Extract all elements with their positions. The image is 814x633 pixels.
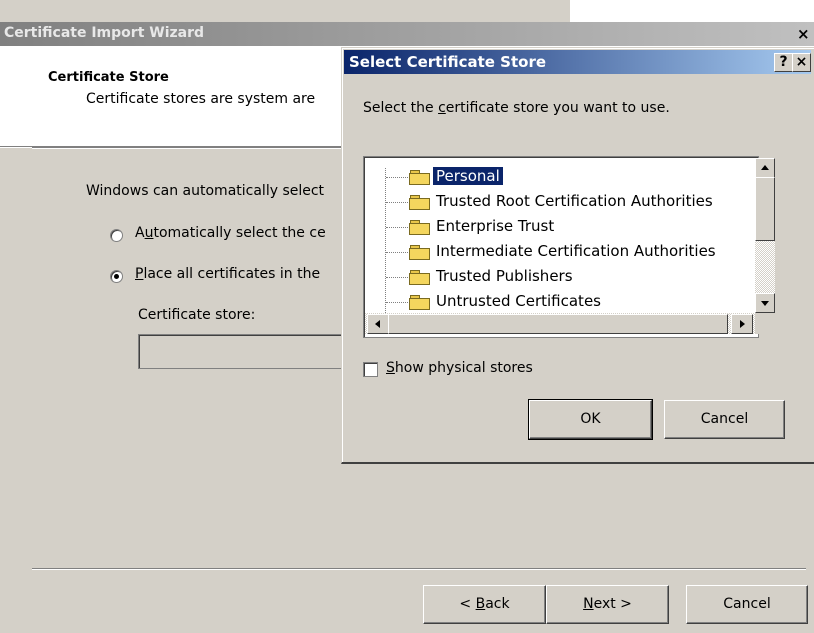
wizard-close-icon[interactable]: × [797,25,814,43]
horizontal-scroll-thumb[interactable] [388,314,728,334]
tree-item-trusted-root[interactable]: Trusted Root Certification Authorities [436,192,713,210]
folder-icon [409,220,430,235]
tree-item-intermediate[interactable]: Intermediate Certification Authorities [436,242,716,260]
dialog-instruction: Select the certificate store you want to… [363,100,670,116]
tree-item-enterprise-trust[interactable]: Enterprise Trust [436,217,554,235]
tree-connector [385,168,386,313]
wizard-title: Certificate Import Wizard [4,25,205,41]
tree-item-personal[interactable]: Personal [432,166,504,186]
show-physical-label[interactable]: Show physical stores [386,360,533,376]
help-icon[interactable]: ? [774,53,793,72]
checkbox-icon[interactable] [363,362,378,377]
scroll-corner [755,313,775,334]
dialog-cancel-button[interactable]: Cancel [664,400,785,439]
folder-icon [409,245,430,260]
folder-icon [409,295,430,310]
store-label: Certificate store: [138,307,256,323]
folder-icon [409,170,430,185]
folder-icon [409,270,430,285]
certificate-store-field[interactable] [138,334,350,369]
next-button[interactable]: Next > [546,585,669,624]
vertical-scroll-thumb[interactable] [755,177,775,241]
footer-divider [32,568,806,570]
scroll-left-icon[interactable] [367,314,389,334]
wizard-cancel-button[interactable]: Cancel [686,585,808,624]
wizard-subheading: Certificate stores are system are [86,91,316,107]
radio-auto-label: Automatically select the ce [135,225,326,241]
background-window-strip [570,0,814,22]
dialog-close-icon[interactable]: × [792,53,811,72]
dialog-title: Select Certificate Store [349,53,547,71]
scroll-right-icon[interactable] [731,314,753,334]
scroll-up-icon[interactable] [755,158,775,178]
tree-item-untrusted[interactable]: Untrusted Certificates [436,292,601,310]
wizard-heading: Certificate Store [48,70,169,85]
tree-viewport: Personal Trusted Root Certification Auth… [365,158,754,313]
wizard-intro-text: Windows can automatically select [86,183,325,199]
radio-place-label: Place all certificates in the [135,266,321,282]
scroll-down-icon[interactable] [755,293,775,313]
radio-icon[interactable] [110,229,123,242]
section-divider [32,147,342,149]
back-button[interactable]: < Back [423,585,546,624]
folder-icon [409,195,430,210]
ok-button[interactable]: OK [529,400,652,439]
radio-icon[interactable] [110,270,123,283]
tree-item-trusted-publishers[interactable]: Trusted Publishers [436,267,573,285]
